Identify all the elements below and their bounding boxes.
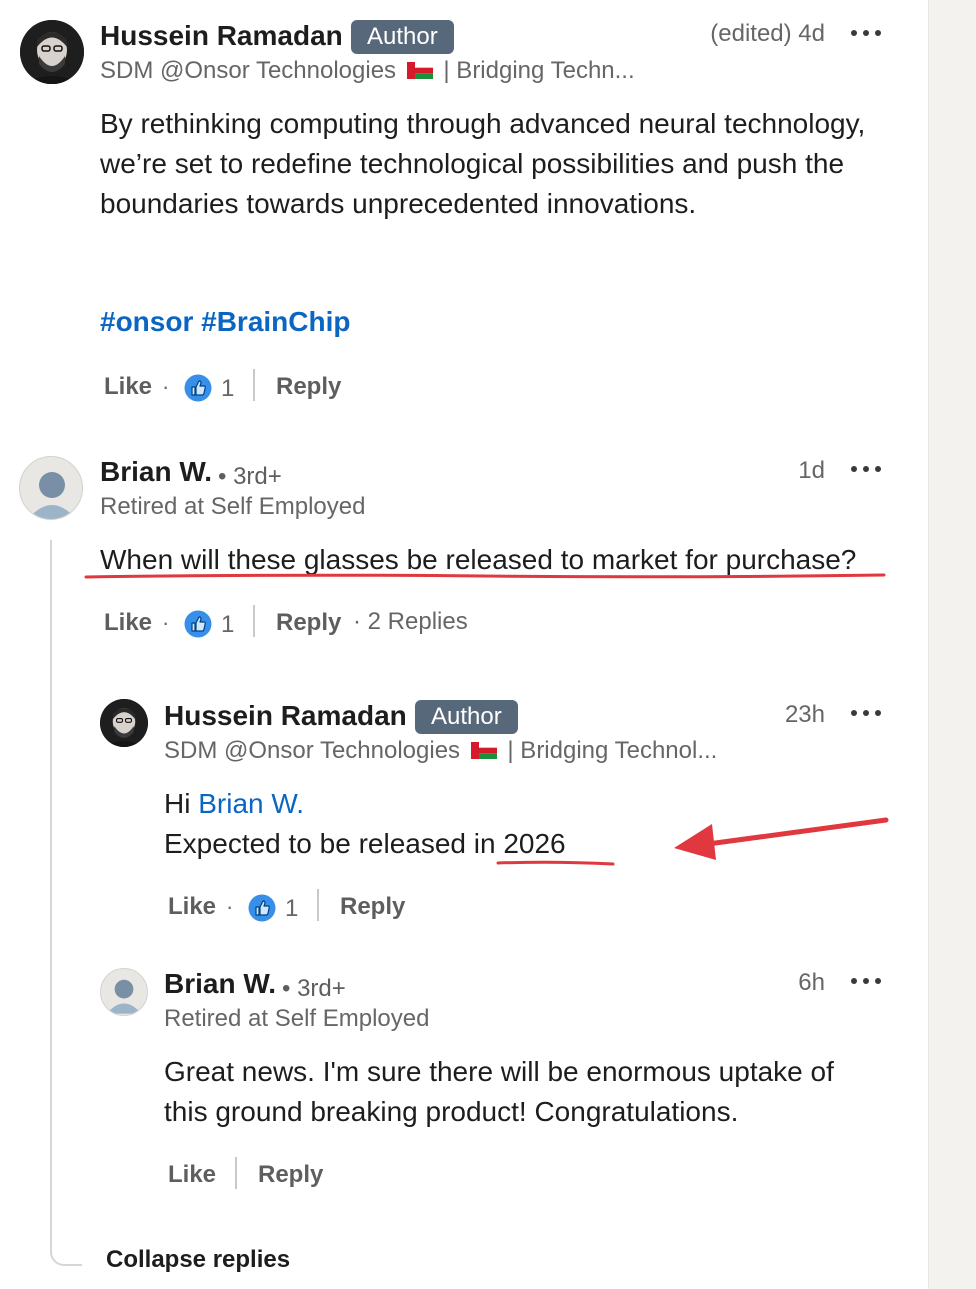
more-options-button[interactable] [848,23,884,43]
author-headline: SDM @Onsor Technologies | Bridging Techn… [164,737,718,764]
separator-dot: · [226,894,234,919]
post-timestamp: (edited) 4d [710,20,825,47]
thumbs-up-icon [184,610,212,638]
oman-flag-icon [406,62,433,79]
more-horizontal-icon [851,710,857,716]
commenter-headline: Retired at Self Employed [164,1005,430,1032]
separator-dot: · [162,610,170,635]
like-button[interactable]: Like [168,893,216,921]
red-underline-annotation [496,860,615,866]
more-options-button[interactable] [848,703,884,723]
thumbs-up-icon [184,374,212,402]
connection-degree: • 3rd+ [282,975,346,1002]
commenter-avatar[interactable] [19,456,83,520]
thumbs-up-icon [248,894,276,922]
reply-body: Great news. I'm sure there will be enorm… [164,1056,834,1127]
commenter-avatar[interactable] [100,968,148,1016]
release-year: 2026 [503,828,566,859]
more-horizontal-icon [851,978,857,984]
author-headline: SDM @Onsor Technologies | Bridging Techn… [100,57,635,84]
author-avatar[interactable] [100,699,148,747]
mention-link[interactable]: Brian W. [198,788,304,819]
reply-timestamp: 6h [798,969,825,996]
post-hashtags[interactable]: #onsor #BrainChip [100,306,350,338]
collapse-replies-button[interactable]: Collapse replies [106,1246,290,1274]
more-options-button[interactable] [848,459,884,479]
reply-button[interactable]: Reply [276,373,341,401]
person-photo-icon [100,699,148,747]
action-divider [253,369,255,401]
like-button[interactable]: Like [104,609,152,637]
action-divider [235,1157,237,1189]
more-options-button[interactable] [848,971,884,991]
person-photo-icon [20,20,84,84]
like-count[interactable]: 1 [285,895,298,923]
person-placeholder-icon [106,979,142,1014]
like-count[interactable]: 1 [221,375,234,403]
reply-button[interactable]: Reply [258,1161,323,1189]
connection-degree: • 3rd+ [218,463,282,490]
author-badge: Author [415,700,518,734]
reply-button[interactable]: Reply [340,893,405,921]
person-placeholder-icon [28,472,76,519]
author-badge: Author [351,20,454,54]
like-button[interactable]: Like [104,373,152,401]
reply-timestamp: 23h [784,701,825,728]
replies-count[interactable]: · 2 Replies [353,608,468,636]
author-name[interactable]: Hussein Ramadan [164,700,407,732]
author-avatar[interactable] [20,20,84,84]
right-sidebar-edge [928,0,976,1289]
thread-line [50,540,82,1266]
commenter-name[interactable]: Brian W. [164,968,276,1000]
oman-flag-icon [470,742,497,759]
commenter-headline: Retired at Self Employed [100,493,366,520]
red-arrow-annotation [674,817,889,860]
comment-timestamp: 1d [798,457,825,484]
more-horizontal-icon [851,466,857,472]
like-button[interactable]: Like [168,1161,216,1189]
action-divider [253,605,255,637]
post-body: By rethinking computing through advanced… [100,108,866,219]
red-underline-annotation [84,573,886,579]
like-count[interactable]: 1 [221,611,234,639]
action-divider [317,889,319,921]
separator-dot: · [162,374,170,399]
reply-button[interactable]: Reply [276,609,341,637]
author-name[interactable]: Hussein Ramadan [100,20,343,52]
commenter-name[interactable]: Brian W. [100,456,212,488]
more-horizontal-icon [851,30,857,36]
